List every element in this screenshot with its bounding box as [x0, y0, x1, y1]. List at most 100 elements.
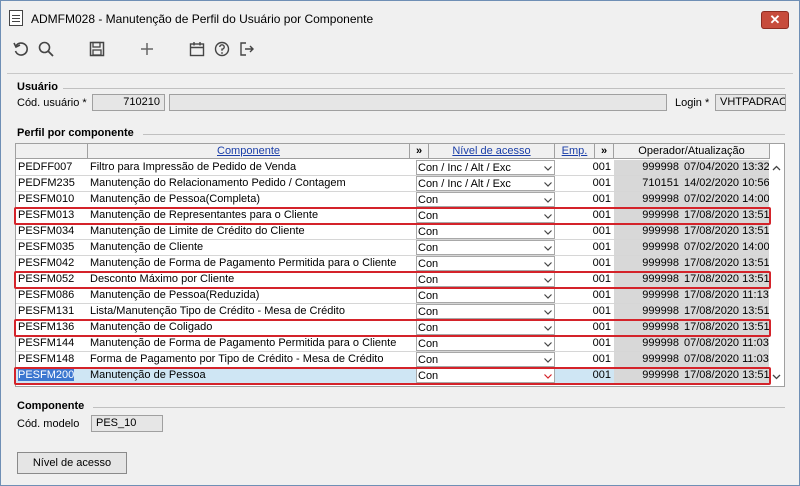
scroll-down-icon[interactable]	[772, 372, 781, 381]
row-date: 17/08/2020 13:51:36	[682, 256, 770, 271]
chevron-down-icon[interactable]	[544, 212, 552, 220]
row-nivel-value: Con	[418, 338, 439, 350]
help-icon[interactable]	[212, 39, 232, 59]
row-nivel-select[interactable]: Con	[416, 272, 555, 287]
cod-usuario-field[interactable]: 710210	[92, 94, 165, 111]
table-row[interactable]: PESFM136 Manutenção de Coligado Con 001 9999…	[16, 320, 770, 336]
row-code[interactable]: PEDFF007	[16, 160, 88, 175]
document-icon	[9, 10, 23, 26]
table-row[interactable]: PESFM052 Desconto Máximo por Cliente Con 00…	[16, 272, 770, 288]
header-nivel[interactable]: Nível de acesso	[429, 144, 555, 159]
chevron-down-icon[interactable]	[544, 228, 552, 236]
grid-scrollbar[interactable]	[769, 160, 784, 386]
chevron-down-icon[interactable]	[544, 244, 552, 252]
row-code[interactable]: PESFM042	[16, 256, 88, 271]
row-operador: 999998	[614, 368, 682, 383]
row-operador: 999998	[614, 288, 682, 303]
search-icon[interactable]	[36, 39, 56, 59]
usuario-section-line	[63, 88, 785, 89]
row-code[interactable]: PESFM052	[16, 272, 88, 287]
scroll-up-icon[interactable]	[772, 164, 781, 173]
row-nivel-select[interactable]: Con	[416, 336, 555, 351]
row-code[interactable]: PESFM034	[16, 224, 88, 239]
cod-modelo-field[interactable]: PES_10	[91, 415, 163, 432]
chevron-down-icon[interactable]	[544, 196, 552, 204]
chevron-down-icon[interactable]	[544, 372, 552, 380]
row-code[interactable]: PESFM035	[16, 240, 88, 255]
row-code[interactable]: PESFM013	[16, 208, 88, 223]
row-emp: 001	[592, 289, 611, 301]
componente-section-title: Componente	[17, 400, 85, 412]
undo-icon[interactable]	[11, 39, 31, 59]
table-row[interactable]: PESFM144 Manutenção de Forma de Pagamento…	[16, 336, 770, 352]
row-nivel-select[interactable]: Con	[416, 208, 555, 223]
chevron-down-icon[interactable]	[544, 180, 552, 188]
table-row[interactable]: PESFM042 Manutenção de Forma de Pagamento…	[16, 256, 770, 272]
row-nivel-select[interactable]: Con / Inc / Alt / Exc	[416, 160, 555, 175]
row-nivel-select[interactable]: Con / Inc / Alt / Exc	[416, 176, 555, 191]
row-date: 14/02/2020 10:56:33	[682, 176, 770, 191]
table-row[interactable]: PESFM148 Forma de Pagamento por Tipo de C…	[16, 352, 770, 368]
add-icon[interactable]	[137, 39, 157, 59]
chevron-down-icon[interactable]	[544, 260, 552, 268]
chevron-down-icon[interactable]	[544, 340, 552, 348]
table-row[interactable]: PEDFM235 Manutenção do Relacionamento Ped…	[16, 176, 770, 192]
table-row[interactable]: PESFM034 Manutenção de Limite de Crédito …	[16, 224, 770, 240]
header-expand-nivel[interactable]: »	[410, 144, 429, 159]
row-nivel-select[interactable]: Con	[416, 240, 555, 255]
header-operador: Operador/Atualização	[614, 144, 770, 159]
chevron-down-icon[interactable]	[544, 356, 552, 364]
row-nivel-select[interactable]: Con	[416, 304, 555, 319]
chevron-down-icon[interactable]	[544, 308, 552, 316]
close-button[interactable]: ✕	[761, 11, 789, 29]
row-emp: 001	[592, 305, 611, 317]
header-componente[interactable]: Componente	[88, 144, 410, 159]
row-nivel-select[interactable]: Con	[416, 320, 555, 335]
table-row[interactable]: PESFM131 Lista/Manutenção Tipo de Crédito…	[16, 304, 770, 320]
row-nivel-select[interactable]: Con	[416, 224, 555, 239]
row-emp: 001	[592, 369, 611, 381]
row-nivel-select[interactable]: Con	[416, 368, 555, 383]
row-code[interactable]: PESFM200	[16, 368, 88, 383]
login-field[interactable]: VHTPADRAO	[715, 94, 786, 111]
row-code[interactable]: PESFM144	[16, 336, 88, 351]
row-nivel-select[interactable]: Con	[416, 192, 555, 207]
chevron-down-icon[interactable]	[544, 164, 552, 172]
usuario-name-field[interactable]	[169, 94, 667, 111]
row-code[interactable]: PESFM086	[16, 288, 88, 303]
calendar-icon[interactable]	[187, 39, 207, 59]
row-code[interactable]: PESFM131	[16, 304, 88, 319]
row-nivel-select[interactable]: Con	[416, 352, 555, 367]
row-nivel-value: Con	[418, 258, 439, 270]
header-expand-operador[interactable]: »	[595, 144, 614, 159]
row-code-text: PEDFM235	[18, 177, 75, 189]
nivel-acesso-button[interactable]: Nível de acesso	[17, 452, 127, 474]
table-row[interactable]: PESFM086 Manutenção de Pessoa(Reduzida) Co…	[16, 288, 770, 304]
table-row[interactable]: PESFM013 Manutenção de Representantes par…	[16, 208, 770, 224]
row-code[interactable]: PESFM148	[16, 352, 88, 367]
row-nivel-select[interactable]: Con	[416, 288, 555, 303]
row-operador: 999998	[614, 192, 682, 207]
cod-usuario-label: Cód. usuário *	[17, 97, 87, 109]
chevron-down-icon[interactable]	[544, 276, 552, 284]
table-row[interactable]: PESFM010 Manutenção de Pessoa(Completa) Co…	[16, 192, 770, 208]
header-emp[interactable]: Emp.	[555, 144, 595, 159]
toolbar-divider	[7, 73, 793, 74]
row-code[interactable]: PEDFM235	[16, 176, 88, 191]
row-code[interactable]: PESFM136	[16, 320, 88, 335]
row-code[interactable]: PESFM010	[16, 192, 88, 207]
table-row[interactable]: PEDFF007 Filtro para Impressão de Pedido …	[16, 160, 770, 176]
window-title: ADMFM028 - Manutenção de Perfil do Usuár…	[31, 12, 374, 26]
chevron-down-icon[interactable]	[544, 324, 552, 332]
row-emp: 001	[592, 209, 611, 221]
row-emp: 001	[592, 321, 611, 333]
row-date: 17/08/2020 13:51:29	[682, 224, 770, 239]
table-row[interactable]: PESFM200 Manutenção de Pessoa Con 001 999998…	[16, 368, 770, 384]
chevron-down-icon[interactable]	[544, 292, 552, 300]
exit-icon[interactable]	[237, 39, 257, 59]
row-nivel-select[interactable]: Con	[416, 256, 555, 271]
row-nivel-value: Con	[418, 210, 439, 222]
table-row[interactable]: PESFM035 Manutenção de Cliente Con 001 99999…	[16, 240, 770, 256]
save-icon[interactable]	[87, 39, 107, 59]
row-code-text: PESFM013	[18, 209, 75, 221]
